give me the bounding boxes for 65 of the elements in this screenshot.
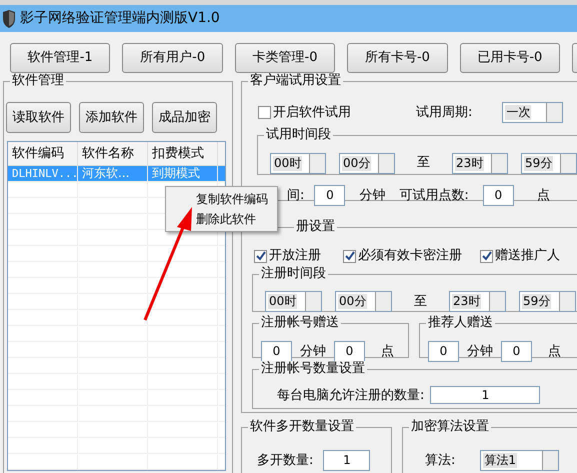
tab-button[interactable]: 所有用户-0 [122,43,223,73]
tab-button[interactable]: 已用卡号-0 [460,43,560,73]
group-title: 注册帐号赠送 [259,314,341,331]
input-field[interactable]: 0 [314,185,346,206]
group-title: 注册帐号数量设置 [259,360,367,377]
dropdown[interactable]: 00时 [265,291,322,312]
group-title: 册设置 [294,219,337,235]
unit-label: 点 [548,344,561,360]
unit-label: 点 [536,188,550,204]
checkbox-label: 开启软件试用 [273,105,351,121]
group-title: 推荐人赠送 [426,314,495,331]
action-button[interactable]: 读取软件 [6,102,71,134]
unit-label: 点 [381,344,394,360]
partial-button[interactable] [572,43,577,73]
dropdown[interactable]: 00分 [339,152,395,174]
tab-button[interactable]: 所有卡号-0 [347,43,448,73]
dropdown[interactable]: 算法1 [480,450,560,472]
column-header: 软件编码 [8,142,78,166]
input-field[interactable]: 0 [501,341,532,362]
shield-icon [2,10,16,28]
dropdown[interactable]: 00时 [270,152,326,174]
column-header: 软件名称 [78,142,148,166]
checkbox-label: 赠送推广人 [495,248,560,264]
unit-label: 分钟 [359,188,386,204]
input-field[interactable]: 0 [334,341,365,362]
checkbox[interactable] [343,250,356,263]
menu-item[interactable]: 删除此软件 [196,210,277,228]
action-button[interactable]: 成品加密 [152,102,217,134]
menu-item[interactable]: 复制软件编码 [196,190,277,208]
unit-label: 分钟 [300,344,326,360]
unit-label: 分钟 [467,344,493,360]
action-button[interactable]: 添加软件 [79,102,144,134]
field-label: 多开数量: [257,453,314,469]
field-label: 试用周期: [416,105,472,121]
input-field[interactable]: 0 [261,341,292,362]
input-field[interactable]: 0 [482,185,514,206]
tab-button[interactable]: 卡类管理-0 [234,43,336,73]
checkbox[interactable] [258,106,271,120]
input-field[interactable]: 1 [323,450,370,472]
tab-button[interactable]: 软件管理-1 [10,43,110,73]
dropdown[interactable]: 23时 [452,152,508,174]
dropdown[interactable]: 23时 [449,291,506,312]
separator-label: 至 [414,294,427,310]
dropdown[interactable]: 一次 [502,102,564,124]
group-title: 客户端试用设置 [248,73,343,89]
checkbox[interactable] [254,250,267,263]
group-title: 注册时间段 [259,266,328,282]
group-title: 软件管理 [10,73,66,89]
field-label: 算法: [425,453,456,469]
field-label: 可试用点数: [399,188,469,204]
checkbox-label: 必须有效卡密注册 [358,248,462,264]
input-field[interactable]: 0 [428,341,459,362]
column-header: 扣费模式 [148,142,218,166]
input-field[interactable]: 1 [430,386,540,404]
window-title: 影子网络验证管理端内测版V1.0 [20,10,220,27]
checkbox-label: 开放注册 [269,248,321,264]
field-label: 间: [287,188,304,204]
field-label: 每台电脑允许注册的数量: [277,388,424,404]
dropdown[interactable]: 00分 [335,291,392,312]
dropdown[interactable]: 59分 [521,152,577,174]
group-title: 加密算法设置 [409,419,491,435]
dropdown[interactable]: 59分 [519,291,576,312]
separator-label: 至 [417,155,430,172]
group-title: 软件多开数量设置 [248,419,356,435]
checkbox[interactable] [480,250,493,263]
